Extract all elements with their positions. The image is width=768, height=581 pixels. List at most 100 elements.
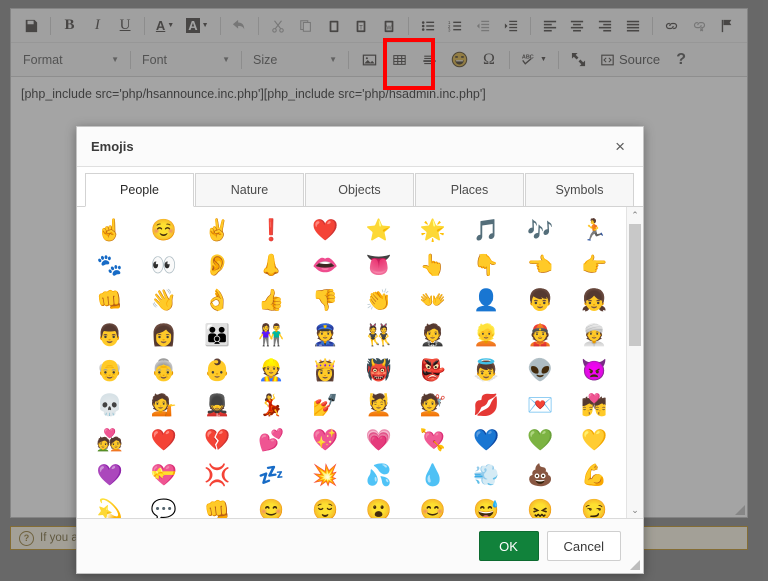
- maximize-button[interactable]: [565, 47, 593, 73]
- emoji-cell[interactable]: 👐: [406, 283, 460, 318]
- emoji-cell[interactable]: 💋: [460, 388, 514, 423]
- editor-resize-grip[interactable]: [733, 503, 745, 515]
- emoji-cell[interactable]: 👏: [352, 283, 406, 318]
- close-icon[interactable]: ×: [611, 136, 629, 157]
- emoji-cell[interactable]: 👊: [83, 283, 137, 318]
- emoji-cell[interactable]: 👵: [137, 353, 191, 388]
- emoji-cell[interactable]: 👹: [352, 353, 406, 388]
- spellcheck-button[interactable]: ABC ▼: [516, 47, 552, 73]
- emoji-cell[interactable]: 👂: [191, 248, 245, 283]
- emoji-cell[interactable]: 💀: [83, 388, 137, 423]
- emoji-cell[interactable]: 👊: [191, 493, 245, 518]
- save-button[interactable]: [18, 13, 44, 39]
- emoji-cell[interactable]: 🌟: [406, 213, 460, 248]
- emoji-cell[interactable]: 👯: [352, 318, 406, 353]
- size-dropdown[interactable]: Size ▼: [247, 48, 343, 72]
- emoji-cell[interactable]: 👎: [298, 283, 352, 318]
- emoji-cell[interactable]: 😌: [298, 493, 352, 518]
- emoji-cell[interactable]: 😖: [513, 493, 567, 518]
- scrollbar-thumb[interactable]: [629, 224, 641, 346]
- emoji-cell[interactable]: 👧: [567, 283, 621, 318]
- emoji-cell[interactable]: ❤️: [298, 213, 352, 248]
- emoji-cell[interactable]: 🐾: [83, 248, 137, 283]
- insert-emoji-button[interactable]: [445, 47, 473, 73]
- emoji-cell[interactable]: 👴: [83, 353, 137, 388]
- special-character-button[interactable]: Ω: [475, 47, 503, 73]
- emoji-cell[interactable]: 😅: [460, 493, 514, 518]
- tab-nature[interactable]: Nature: [195, 173, 304, 206]
- link-button[interactable]: [659, 13, 685, 39]
- emoji-cell[interactable]: 👀: [137, 248, 191, 283]
- help-button[interactable]: ?: [667, 47, 695, 73]
- paste-button[interactable]: [321, 13, 347, 39]
- emoji-cell[interactable]: 👶: [191, 353, 245, 388]
- emoji-cell[interactable]: ❗: [244, 213, 298, 248]
- emoji-cell[interactable]: 💜: [83, 458, 137, 493]
- emoji-cell[interactable]: 👸: [298, 353, 352, 388]
- source-button[interactable]: Source: [595, 47, 665, 73]
- emoji-cell[interactable]: 💪: [567, 458, 621, 493]
- scroll-up-arrow-icon[interactable]: ⌃: [627, 207, 643, 223]
- emoji-cell[interactable]: 💤: [244, 458, 298, 493]
- emoji-cell[interactable]: 👍: [244, 283, 298, 318]
- emoji-cell[interactable]: 👤: [460, 283, 514, 318]
- emoji-cell[interactable]: 💂: [191, 388, 245, 423]
- emoji-cell[interactable]: 👆: [406, 248, 460, 283]
- emoji-cell[interactable]: 💑: [83, 423, 137, 458]
- emoji-cell[interactable]: 💔: [191, 423, 245, 458]
- emoji-cell[interactable]: 💅: [298, 388, 352, 423]
- dialog-resize-grip[interactable]: [628, 558, 640, 570]
- align-center-button[interactable]: [565, 13, 591, 39]
- emoji-cell[interactable]: 💝: [137, 458, 191, 493]
- emoji-cell[interactable]: 👽: [513, 353, 567, 388]
- bold-button[interactable]: B: [57, 13, 83, 39]
- emoji-cell[interactable]: ✌️: [191, 213, 245, 248]
- emoji-cell[interactable]: 💕: [244, 423, 298, 458]
- emoji-cell[interactable]: 🤵: [406, 318, 460, 353]
- anchor-flag-button[interactable]: [714, 13, 740, 39]
- cut-button[interactable]: [265, 13, 291, 39]
- emoji-cell[interactable]: 💘: [406, 423, 460, 458]
- insert-image-button[interactable]: [355, 47, 383, 73]
- paste-from-word-button[interactable]: W: [376, 13, 402, 39]
- align-right-button[interactable]: [592, 13, 618, 39]
- emoji-cell[interactable]: 😊: [244, 493, 298, 518]
- emoji-cell[interactable]: 👼: [460, 353, 514, 388]
- scroll-down-arrow-icon[interactable]: ⌄: [627, 502, 643, 518]
- emoji-cell[interactable]: 🎶: [513, 213, 567, 248]
- emoji-cell[interactable]: 💬: [137, 493, 191, 518]
- emoji-cell[interactable]: 💁: [137, 388, 191, 423]
- text-color-button[interactable]: A ▼: [151, 13, 179, 39]
- emoji-cell[interactable]: 👋: [137, 283, 191, 318]
- emoji-cell[interactable]: 💏: [567, 388, 621, 423]
- align-left-button[interactable]: [537, 13, 563, 39]
- emoji-cell[interactable]: 💙: [460, 423, 514, 458]
- background-color-button[interactable]: A ▼: [181, 13, 213, 39]
- emoji-cell[interactable]: 👄: [298, 248, 352, 283]
- emoji-cell[interactable]: 💗: [352, 423, 406, 458]
- emoji-cell[interactable]: 💇: [406, 388, 460, 423]
- emoji-cell[interactable]: 👺: [406, 353, 460, 388]
- dialog-header[interactable]: Emojis ×: [77, 127, 643, 167]
- emoji-cell[interactable]: 👦: [513, 283, 567, 318]
- tab-places[interactable]: Places: [415, 173, 524, 206]
- emoji-cell[interactable]: 💨: [460, 458, 514, 493]
- font-dropdown[interactable]: Font ▼: [136, 48, 236, 72]
- emoji-cell[interactable]: 😊: [406, 493, 460, 518]
- emoji-cell[interactable]: 💩: [513, 458, 567, 493]
- emoji-cell[interactable]: ☺️: [137, 213, 191, 248]
- emoji-cell[interactable]: 👿: [567, 353, 621, 388]
- emoji-cell[interactable]: 💫: [83, 493, 137, 518]
- emoji-cell[interactable]: 👪: [191, 318, 245, 353]
- italic-button[interactable]: I: [84, 13, 110, 39]
- tab-symbols[interactable]: Symbols: [525, 173, 634, 206]
- emoji-cell[interactable]: 👌: [191, 283, 245, 318]
- paste-as-text-button[interactable]: T: [348, 13, 374, 39]
- emoji-cell[interactable]: 👳: [567, 318, 621, 353]
- emoji-cell[interactable]: 💧: [406, 458, 460, 493]
- align-justify-button[interactable]: [620, 13, 646, 39]
- emoji-grid-scrollbar[interactable]: ⌃ ⌄: [626, 207, 643, 518]
- emoji-cell[interactable]: 👷: [244, 353, 298, 388]
- tab-objects[interactable]: Objects: [305, 173, 414, 206]
- copy-button[interactable]: [293, 13, 319, 39]
